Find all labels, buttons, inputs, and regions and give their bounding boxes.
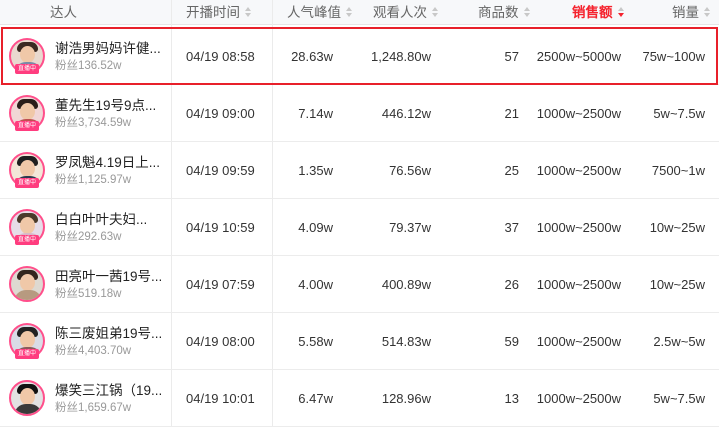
product-count: 13 [504, 391, 519, 406]
header-peak-label: 人气峰值 [287, 5, 341, 20]
table-row[interactable]: 直播中 白白叶叶夫妇... 粉丝292.63w 04/19 10:59 4.09… [0, 199, 719, 256]
live-badge: 直播中 [15, 178, 39, 188]
live-ranking-table: 达人 开播时间 人气峰值 观看人次 商品数 销售额 销量 直播中 谢浩男妈妈许健… [0, 0, 719, 427]
influencer-name[interactable]: 爆笑三江锅（19... [55, 382, 162, 399]
header-volume-label: 销量 [672, 5, 699, 20]
fans-count: 粉丝136.52w [55, 60, 122, 72]
peak-popularity: 6.47w [298, 391, 333, 406]
table-row[interactable]: 田亮叶一茜19号... 粉丝519.18w 04/19 07:59 4.00w … [0, 256, 719, 313]
sales-volume: 75w~100w [642, 49, 705, 64]
total-viewers: 514.83w [381, 334, 431, 349]
influencer-name[interactable]: 陈三废姐弟19号... [55, 325, 162, 342]
table-row[interactable]: 直播中 董先生19号9点... 粉丝3,734.59w 04/19 09:00 … [0, 85, 719, 142]
live-badge: 直播中 [15, 235, 39, 245]
start-time: 04/19 09:00 [186, 106, 255, 121]
fans-count: 粉丝292.63w [55, 231, 122, 243]
start-time: 04/19 10:01 [186, 391, 255, 406]
avatar[interactable] [9, 380, 45, 416]
start-time: 04/19 09:59 [186, 163, 255, 178]
fans-count: 粉丝519.18w [55, 288, 122, 300]
live-badge: 直播中 [15, 64, 39, 74]
peak-popularity: 7.14w [298, 106, 333, 121]
product-count: 59 [504, 334, 519, 349]
peak-popularity: 28.63w [291, 49, 333, 64]
sales-amount: 1000w~2500w [536, 220, 621, 235]
sales-amount: 1000w~2500w [536, 163, 621, 178]
peak-popularity: 4.09w [298, 220, 333, 235]
peak-popularity: 4.00w [298, 277, 333, 292]
sort-icon[interactable] [432, 7, 439, 18]
table-row[interactable]: 爆笑三江锅（19... 粉丝1,659.67w 04/19 10:01 6.47… [0, 370, 719, 427]
header-sales-volume[interactable]: 销量 [672, 0, 711, 25]
header-product-count[interactable]: 商品数 [478, 0, 531, 25]
influencer-name[interactable]: 谢浩男妈妈许健... [55, 40, 161, 57]
live-badge: 直播中 [15, 121, 39, 131]
fans-count: 粉丝1,125.97w [55, 174, 132, 186]
total-viewers: 128.96w [381, 391, 431, 406]
sort-icon[interactable] [346, 7, 353, 18]
sales-amount: 2500w~5000w [536, 49, 621, 64]
sort-icon[interactable] [245, 7, 252, 18]
header-start-time[interactable]: 开播时间 [186, 0, 252, 25]
sales-amount: 1000w~2500w [536, 106, 621, 121]
header-total-viewers[interactable]: 观看人次 [373, 0, 439, 25]
influencer-name[interactable]: 田亮叶一茜19号... [55, 268, 162, 285]
sort-icon[interactable] [523, 7, 531, 18]
start-time: 04/19 07:59 [186, 277, 255, 292]
avatar[interactable] [9, 266, 45, 302]
fans-count: 粉丝1,659.67w [55, 402, 132, 414]
start-time: 04/19 08:00 [186, 334, 255, 349]
header-sales-amount[interactable]: 销售额 [572, 0, 625, 25]
product-count: 25 [504, 163, 519, 178]
sales-volume: 7500~1w [651, 163, 705, 178]
sales-amount: 1000w~2500w [536, 334, 621, 349]
fans-count: 粉丝3,734.59w [55, 117, 132, 129]
peak-popularity: 1.35w [298, 163, 333, 178]
influencer-name[interactable]: 董先生19号9点... [55, 97, 156, 114]
total-viewers: 79.37w [389, 220, 431, 235]
total-viewers: 400.89w [381, 277, 431, 292]
header-viewers-label: 观看人次 [373, 5, 427, 20]
header-influencer: 达人 [50, 5, 77, 20]
product-count: 21 [504, 106, 519, 121]
influencer-name[interactable]: 白白叶叶夫妇... [55, 211, 147, 228]
influencer-name[interactable]: 罗凤魁4.19日上... [55, 154, 160, 171]
table-header: 达人 开播时间 人气峰值 观看人次 商品数 销售额 销量 [0, 0, 719, 25]
table-row[interactable]: 直播中 谢浩男妈妈许健... 粉丝136.52w 04/19 08:58 28.… [0, 28, 719, 85]
fans-count: 粉丝4,403.70w [55, 345, 132, 357]
sort-desc-icon[interactable] [617, 7, 625, 18]
product-count: 26 [504, 277, 519, 292]
sales-volume: 2.5w~5w [653, 334, 705, 349]
product-count: 57 [504, 49, 519, 64]
header-start-time-label: 开播时间 [186, 5, 240, 20]
sales-volume: 10w~25w [649, 277, 705, 292]
start-time: 04/19 08:58 [186, 49, 255, 64]
start-time: 04/19 10:59 [186, 220, 255, 235]
header-amount-label: 销售额 [572, 5, 613, 20]
sales-volume: 5w~7.5w [653, 106, 705, 121]
peak-popularity: 5.58w [298, 334, 333, 349]
total-viewers: 76.56w [389, 163, 431, 178]
live-badge: 直播中 [15, 349, 39, 359]
total-viewers: 446.12w [381, 106, 431, 121]
header-peak-popularity[interactable]: 人气峰值 [287, 0, 353, 25]
sales-amount: 1000w~2500w [536, 277, 621, 292]
header-products-label: 商品数 [478, 5, 519, 20]
table-row[interactable]: 直播中 陈三废姐弟19号... 粉丝4,403.70w 04/19 08:00 … [0, 313, 719, 370]
product-count: 37 [504, 220, 519, 235]
sales-volume: 10w~25w [649, 220, 705, 235]
total-viewers: 1,248.80w [371, 49, 431, 64]
sales-volume: 5w~7.5w [653, 391, 705, 406]
sales-amount: 1000w~2500w [536, 391, 621, 406]
sort-icon[interactable] [704, 7, 711, 18]
table-row[interactable]: 直播中 罗凤魁4.19日上... 粉丝1,125.97w 04/19 09:59… [0, 142, 719, 199]
